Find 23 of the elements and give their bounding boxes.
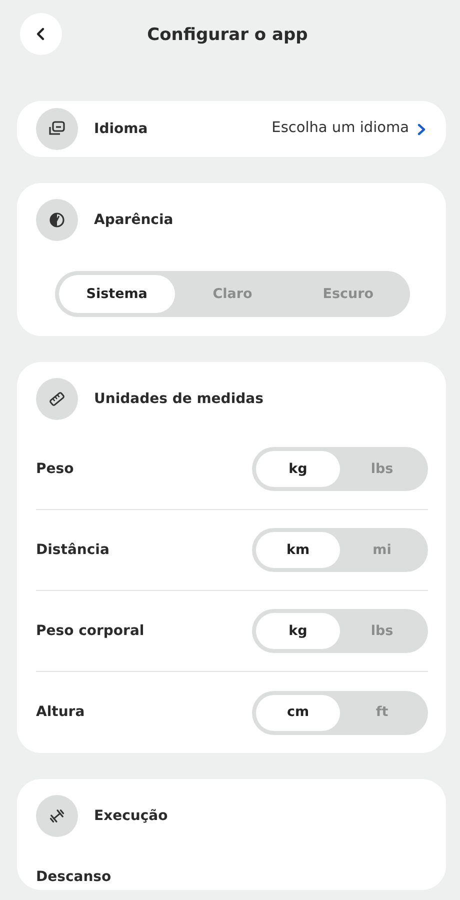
ruler-icon (36, 378, 78, 420)
chevron-right-icon (417, 122, 426, 136)
language-icon (36, 108, 78, 150)
setting-label: Descanso (36, 868, 112, 887)
section-title: Execução (94, 806, 168, 826)
page-title: Configurar o app (147, 24, 308, 47)
section-title: Idioma (94, 120, 149, 138)
segment-option[interactable]: kg (256, 451, 340, 487)
unit-label: Peso (36, 460, 74, 478)
segment-option[interactable]: cm (256, 694, 340, 730)
back-button[interactable] (20, 13, 62, 55)
dumbbell-icon (36, 795, 78, 837)
section-title: Unidades de medidas (94, 390, 264, 408)
section-title: Aparência (94, 210, 174, 230)
segment-option[interactable]: Sistema (59, 275, 175, 313)
segment-option[interactable]: kg (256, 613, 340, 649)
unit-label: Distância (36, 540, 110, 560)
language-value: Escolha um idioma (272, 119, 409, 138)
language-card[interactable]: Idioma Escolha um idioma (17, 101, 446, 157)
unit-label: Altura (36, 703, 85, 722)
appearance-icon (36, 199, 78, 241)
segment-option[interactable]: km (256, 532, 340, 568)
unit-label: Peso corporal (36, 622, 144, 640)
